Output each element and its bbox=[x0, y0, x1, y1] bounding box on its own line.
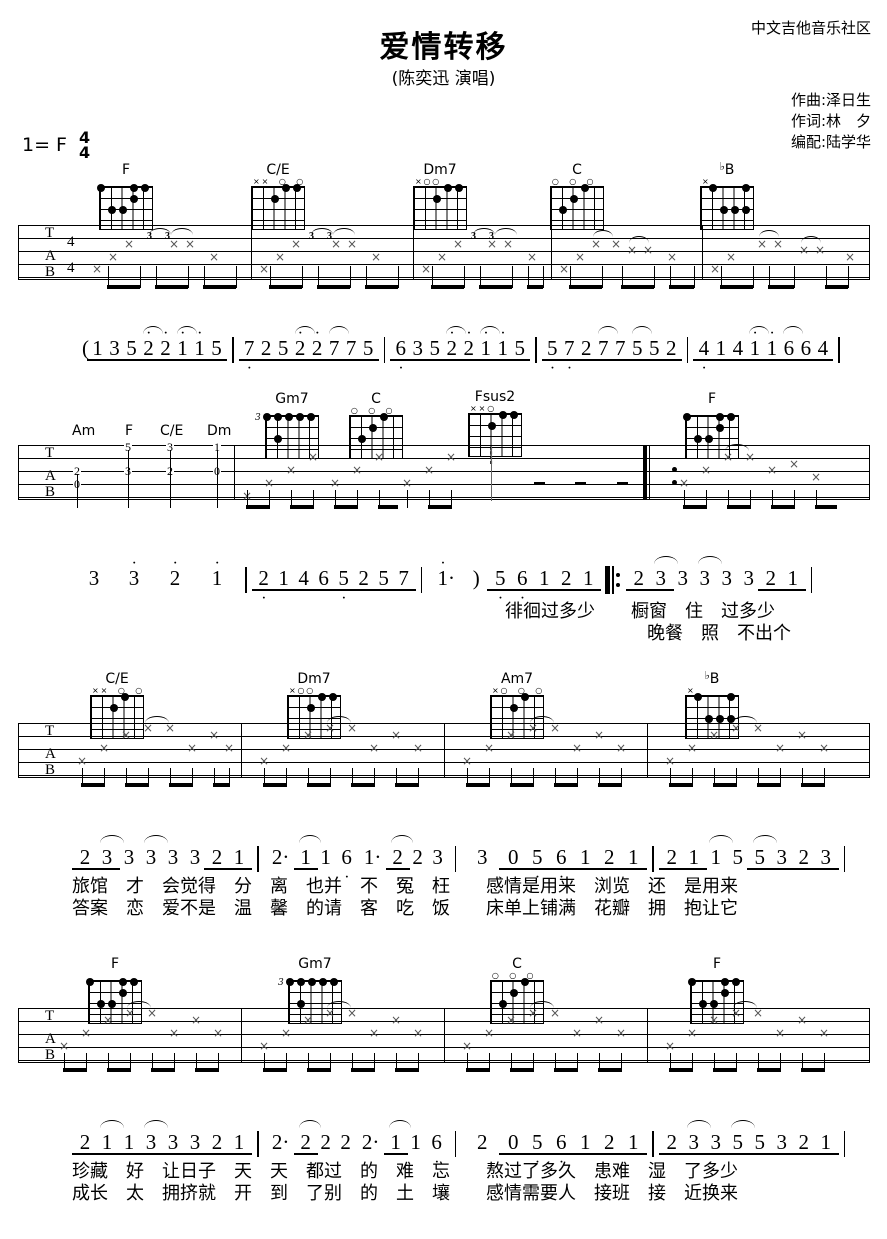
chord-label: F bbox=[707, 391, 717, 407]
time-sig-staff-bottom: 4 bbox=[67, 260, 75, 276]
tab-staff: T A B × × × × × × × × × × × × × × × × × … bbox=[18, 716, 870, 786]
repeat-start-barline bbox=[643, 446, 652, 499]
chord-open-strings: × ○ ○ ○ bbox=[491, 686, 543, 695]
chord-label: F bbox=[121, 162, 131, 178]
sheet-music-page: 中文吉他音乐社区 爱情转移 (陈奕迅 演唱) 作曲:泽日生 作词:林 夕 编配:… bbox=[0, 0, 887, 1239]
chord-label: Fsus2 bbox=[474, 389, 516, 405]
chord-open-strings: ○ ○ ○ bbox=[551, 177, 594, 186]
key-label: 1= F bbox=[22, 134, 67, 157]
lyric-row2-line1: 徘徊过多少 橱窗 住 过多少 bbox=[505, 601, 775, 622]
credit-arranger: 编配:陆学华 bbox=[790, 133, 871, 151]
credits-block: 作曲:泽日生 作词:林 夕 编配:陆学华 bbox=[791, 90, 871, 153]
inline-chord-am: Am bbox=[72, 423, 96, 439]
tab-letter-b: B bbox=[45, 762, 56, 778]
chord-label: C bbox=[371, 391, 381, 407]
tab-system-2: T A B 2 0 5 3 3 2 1 0 × × × × × × × × × … bbox=[18, 441, 870, 509]
chord-grid bbox=[97, 184, 153, 230]
tab-letter-t: T bbox=[45, 225, 55, 241]
page-title: 爱情转移 bbox=[379, 30, 508, 65]
chord-diagram-c-1: C ○ ○ ○ bbox=[550, 163, 604, 230]
tab-letter-b: B bbox=[45, 1047, 56, 1063]
key-signature: 1= F 4 4 bbox=[22, 129, 91, 163]
chord-diagram-dm7-1: Dm7 × ○ ○ bbox=[413, 163, 467, 230]
tab-system-4: T A B × × × × × × × × × × × × × × × × × … bbox=[18, 1001, 870, 1072]
chord-grid bbox=[700, 184, 754, 230]
time-sig-staff-top: 4 bbox=[67, 234, 75, 250]
tab-letter-a: A bbox=[45, 248, 56, 264]
chord-label: Am7 bbox=[500, 671, 534, 687]
chord-label: C bbox=[572, 162, 582, 178]
tab-letter-t: T bbox=[45, 1008, 55, 1024]
chord-diagram-f-1: F bbox=[97, 162, 153, 230]
chord-open-strings: × × ○ ○ bbox=[91, 686, 143, 695]
tab-letter-t: T bbox=[45, 445, 55, 461]
chord-fret-number: 3 bbox=[255, 413, 261, 423]
tab-staff: T A B 2 0 5 3 3 2 1 0 × × × × × × × × × … bbox=[18, 441, 870, 508]
chord-diagram-bb-1: ♭B × bbox=[700, 160, 754, 230]
jianpu-row-1: ( 1 3 5 2 · 2 · 1 · 1 · 5 7 · 2 5 2 · 2 · 7 7 5… bbox=[82, 326, 847, 377]
chord-grid bbox=[550, 184, 604, 230]
chord-grid bbox=[251, 184, 305, 230]
lyric-row2-line2: 晚餐 照 不出个 bbox=[647, 623, 791, 644]
jianpu-row-2: 3 3 · 2 · 1 · 2 · 1 4 6 5 · 2 5 7 1 · · ) 5 · 6 ·… bbox=[74, 556, 819, 607]
inline-chord-dm: Dm bbox=[207, 423, 232, 439]
chord-label: C/E bbox=[105, 671, 129, 687]
chord-label: F bbox=[712, 956, 722, 972]
chord-label: F bbox=[110, 956, 120, 972]
inline-chord-f: F bbox=[125, 423, 134, 439]
tab-staff: T A B × × × × × × × × × × × × × × × × × … bbox=[18, 1001, 870, 1071]
chord-label: Dm7 bbox=[423, 162, 457, 178]
tab-system-3: T A B × × × × × × × × × × × × × × × × × … bbox=[18, 716, 870, 787]
chord-label: Gm7 bbox=[298, 956, 332, 972]
tab-letter-a: A bbox=[45, 468, 56, 484]
chord-open-strings: ○ ○ ○ bbox=[350, 406, 393, 415]
chord-label: C/E bbox=[266, 162, 290, 178]
chord-label: ♭B bbox=[704, 669, 720, 687]
jianpu-row-3: 2 3 3 3 3 3 2 1 2· 1 1 6 · 1· 2 2 3 3 0 5… bbox=[72, 835, 852, 886]
chord-label: ♭B bbox=[719, 160, 735, 178]
chord-diagram-ce-1: C/E × × ○ ○ bbox=[251, 163, 305, 230]
tab-letter-t: T bbox=[45, 723, 55, 739]
tab-staff: T A B 4 4 × × × × × × 3 3 × × × × × × 3 bbox=[18, 225, 870, 288]
credit-lyricist: 作词:林 夕 bbox=[790, 112, 871, 130]
chord-fret-number: 3 bbox=[278, 978, 284, 988]
tab-letter-a: A bbox=[45, 746, 56, 762]
inline-chord-ce: C/E bbox=[160, 423, 184, 439]
jianpu-open-paren: ( bbox=[82, 336, 89, 360]
lyric-row4-line2: 成长 太 拥挤就 开 到 了别 的 土 壤 感情需要人 接班 接 近换来 bbox=[72, 1183, 738, 1204]
jianpu-row-4: 2 1 1 3 3 3 2 1 2· 2 2 2 2· 1 1 6 · 2 0 5… bbox=[72, 1120, 852, 1171]
chord-open-strings: ○ ○ ○ bbox=[491, 971, 534, 980]
lyric-row3-line1: 旅馆 才 会觉得 分 离 也并 不 冤 枉 感情是用来 浏览 还 是用来 bbox=[72, 876, 738, 897]
lyric-row4-line1: 珍藏 好 让日子 天 天 都过 的 难 忘 熬过了多久 患难 湿 了多少 bbox=[72, 1161, 738, 1182]
chord-label: C bbox=[512, 956, 522, 972]
artist-subtitle: (陈奕迅 演唱) bbox=[391, 69, 496, 89]
time-signature-denominator: 4 bbox=[78, 143, 91, 163]
tab-letter-a: A bbox=[45, 1031, 56, 1047]
time-signature: 4 4 bbox=[78, 129, 91, 163]
tab-letter-b: B bbox=[45, 484, 56, 500]
tab-letter-b: B bbox=[45, 264, 56, 280]
tab-system-1: T A B 4 4 × × × × × × 3 3 × × × × × × 3 bbox=[18, 225, 870, 289]
credit-composer: 作曲:泽日生 bbox=[790, 91, 871, 109]
chord-label: Dm7 bbox=[297, 671, 331, 687]
chord-grid bbox=[413, 184, 467, 230]
lyric-row3-line2: 答案 恋 爱不是 温 馨 的请 客 吃 饭 床单上铺满 花瓣 拥 抱让它 bbox=[72, 898, 738, 919]
jianpu-repeat-start bbox=[605, 566, 622, 594]
chord-label: Gm7 bbox=[275, 391, 309, 407]
